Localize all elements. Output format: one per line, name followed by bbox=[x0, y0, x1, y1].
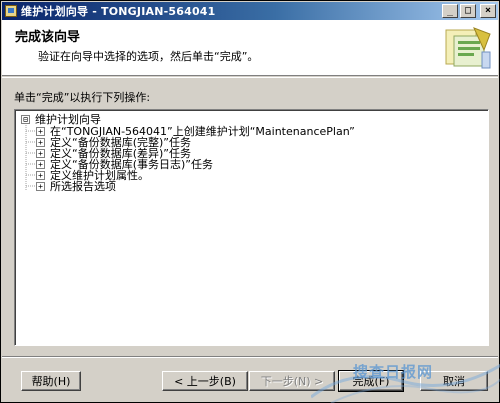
window-controls: _ □ × bbox=[442, 4, 496, 18]
help-button[interactable]: 帮助(H) bbox=[21, 371, 81, 391]
expand-icon[interactable]: + bbox=[36, 126, 45, 136]
next-button[interactable]: 下一步(N) > bbox=[249, 371, 335, 391]
wizard-illustration-icon bbox=[445, 27, 491, 69]
button-bar-divider bbox=[2, 356, 498, 358]
expand-icon[interactable]: + bbox=[36, 159, 45, 169]
summary-tree[interactable]: ⊟ 维护计划向导 + 在“TONGJIAN-564041”上创建维护计划“Mai… bbox=[14, 109, 489, 346]
wizard-header: 完成该向导 验证在向导中选择的选项，然后单击“完成”。 bbox=[2, 20, 498, 76]
header-divider bbox=[2, 77, 498, 78]
expand-icon[interactable]: + bbox=[36, 137, 45, 147]
minimize-button[interactable]: _ bbox=[442, 4, 458, 18]
page-description: 验证在向导中选择的选项，然后单击“完成”。 bbox=[38, 50, 259, 63]
close-button[interactable]: × bbox=[480, 4, 496, 18]
tree-item[interactable]: + 所选报告选项 bbox=[36, 180, 116, 193]
app-icon bbox=[5, 5, 17, 17]
collapse-icon[interactable]: ⊟ bbox=[21, 114, 30, 124]
expand-icon[interactable]: + bbox=[36, 148, 45, 158]
window-title: 维护计划向导 - TONGJIAN-564041 bbox=[21, 5, 216, 18]
page-title: 完成该向导 bbox=[15, 30, 81, 45]
expand-icon[interactable]: + bbox=[36, 170, 45, 180]
watermark-text: 搜查日报网 bbox=[353, 363, 434, 381]
instructions-label: 单击“完成”以执行下列操作: bbox=[14, 91, 151, 104]
expand-icon[interactable]: + bbox=[36, 181, 45, 191]
title-bar[interactable]: 维护计划向导 - TONGJIAN-564041 _ □ × bbox=[2, 2, 498, 20]
tree-item-label: 所选报告选项 bbox=[50, 180, 116, 193]
maximize-button[interactable]: □ bbox=[460, 4, 476, 18]
wizard-window: 维护计划向导 - TONGJIAN-564041 _ □ × 完成该向导 验证在… bbox=[0, 0, 500, 403]
back-button[interactable]: < 上一步(B) bbox=[162, 371, 248, 391]
